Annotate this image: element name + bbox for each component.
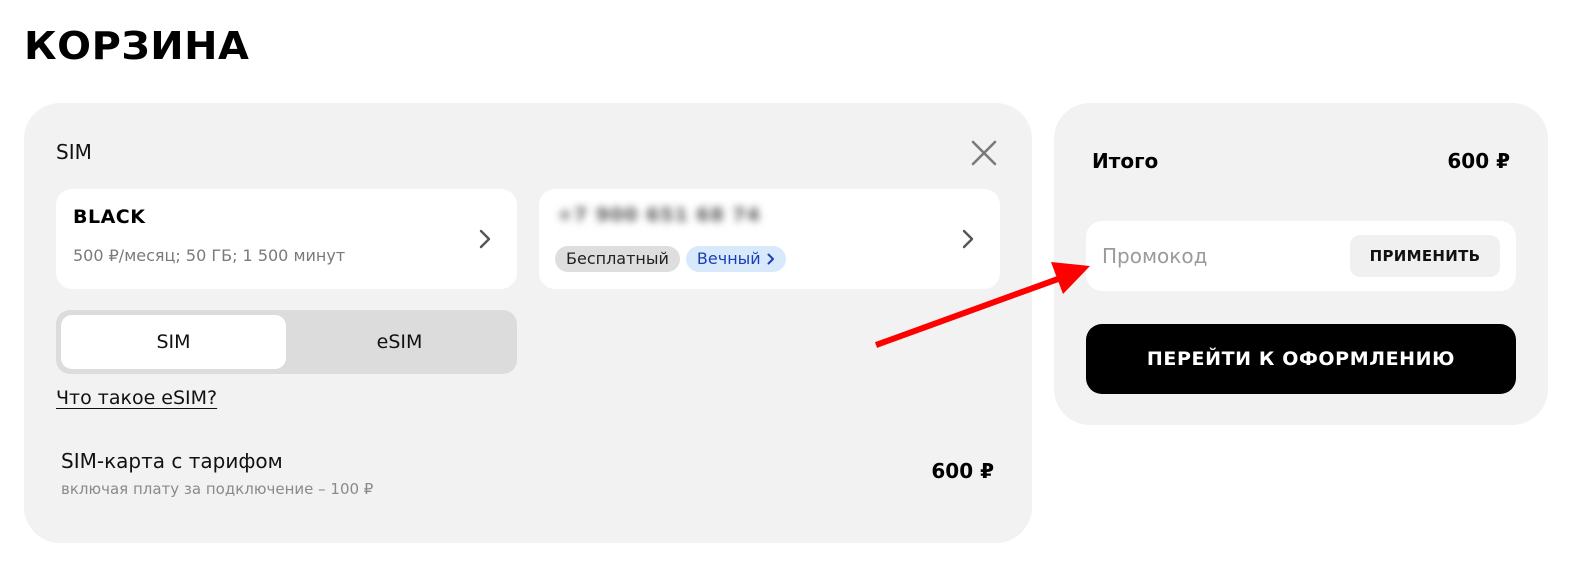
line-item-price: 600 ₽ — [931, 459, 994, 483]
cart-item-card: SIM BLACK 500 ₽/месяц; 50 ГБ; 1 500 мину… — [24, 103, 1032, 543]
chevron-right-icon — [958, 226, 978, 252]
apply-promo-button[interactable]: ПРИМЕНИТЬ — [1350, 235, 1500, 277]
esim-option[interactable]: eSIM — [287, 315, 512, 369]
remove-item-button[interactable] — [968, 137, 1000, 169]
sim-type-toggle: SIM eSIM — [56, 310, 517, 374]
badge-free-label: Бесплатный — [566, 249, 669, 268]
badge-eternal-label: Вечный — [696, 249, 761, 268]
chevron-right-icon — [475, 226, 495, 252]
sim-option[interactable]: SIM — [61, 315, 286, 369]
tariff-tile[interactable]: BLACK 500 ₽/месяц; 50 ГБ; 1 500 минут — [56, 189, 517, 289]
chevron-right-icon — [767, 253, 774, 265]
number-badges: Бесплатный Вечный — [555, 246, 786, 272]
cart-section-title: SIM — [56, 140, 92, 164]
what-is-esim-link[interactable]: Что такое eSIM? — [56, 387, 217, 409]
page-title: КОРЗИНА — [24, 24, 250, 68]
promo-code-box: ПРИМЕНИТЬ — [1086, 221, 1516, 291]
line-item-subtitle: включая плату за подключение – 100 ₽ — [61, 480, 374, 498]
badge-free: Бесплатный — [555, 246, 680, 272]
total-label: Итого — [1092, 149, 1159, 173]
checkout-button[interactable]: ПЕРЕЙТИ К ОФОРМЛЕНИЮ — [1086, 324, 1516, 394]
phone-number-tile[interactable]: +7 900 651 68 74 Бесплатный Вечный — [539, 189, 1000, 289]
line-item-name: SIM-карта с тарифом — [61, 449, 283, 473]
promo-code-input[interactable] — [1102, 237, 1342, 275]
close-icon — [971, 140, 997, 166]
phone-number: +7 900 651 68 74 — [557, 204, 761, 226]
tariff-name: BLACK — [73, 206, 146, 228]
badge-eternal[interactable]: Вечный — [685, 246, 786, 272]
order-summary-card: Итого 600 ₽ ПРИМЕНИТЬ ПЕРЕЙТИ К ОФОРМЛЕН… — [1054, 103, 1548, 425]
tariff-description: 500 ₽/месяц; 50 ГБ; 1 500 минут — [73, 246, 346, 265]
total-value: 600 ₽ — [1447, 149, 1510, 173]
